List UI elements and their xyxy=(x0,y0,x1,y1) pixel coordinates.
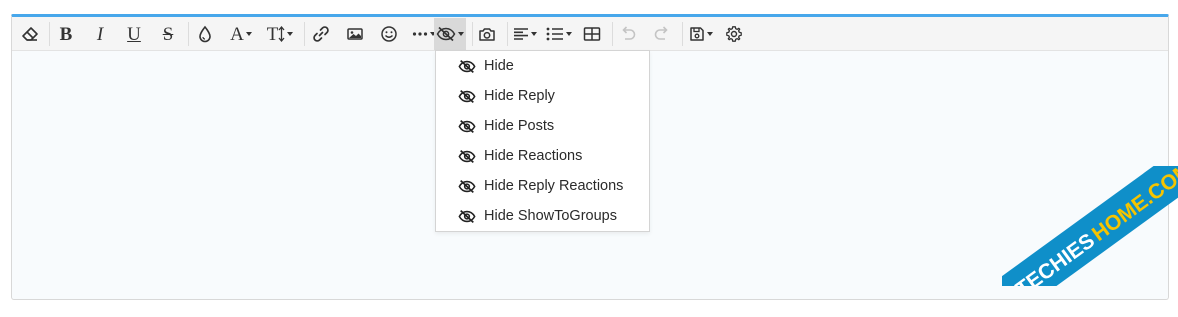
menu-item-hide-posts[interactable]: Hide Posts xyxy=(436,112,649,142)
editor-toolbar: B I U S A T xyxy=(12,17,1168,51)
chevron-down-icon xyxy=(707,32,713,36)
chevron-down-icon xyxy=(245,32,252,36)
table-button[interactable] xyxy=(580,18,604,50)
menu-item-label: Hide Reply xyxy=(484,88,555,104)
menu-item-hide-reply[interactable]: Hide Reply xyxy=(436,82,649,112)
hide-button[interactable] xyxy=(434,18,466,50)
menu-item-label: Hide xyxy=(484,58,514,74)
toolbar-separator xyxy=(612,22,613,46)
menu-item-hide-reactions[interactable]: Hide Reactions xyxy=(436,142,649,172)
menu-item-label: Hide ShowToGroups xyxy=(484,208,617,224)
chevron-down-icon xyxy=(287,32,294,36)
camera-button[interactable] xyxy=(475,18,499,50)
undo-icon xyxy=(622,26,636,40)
font-family-button[interactable]: A xyxy=(226,18,256,50)
eye-slash-icon xyxy=(458,89,476,109)
eye-slash-icon xyxy=(458,59,476,79)
font-size-button[interactable]: T xyxy=(262,18,298,50)
italic-icon: I xyxy=(96,23,104,45)
toolbar-separator xyxy=(304,22,305,46)
menu-item-hide-reply-reactions[interactable]: Hide Reply Reactions xyxy=(436,172,649,202)
redo-icon xyxy=(654,26,668,40)
toolbar-separator xyxy=(682,22,683,46)
eraser-icon xyxy=(22,27,38,41)
link-button[interactable] xyxy=(309,18,333,50)
chevron-down-icon xyxy=(566,32,572,36)
eye-slash-icon xyxy=(458,179,476,199)
italic-button[interactable]: I xyxy=(88,18,112,50)
strikethrough-icon: S xyxy=(162,23,174,45)
watermark-logo: TECHIES HOME.COM xyxy=(1002,166,1178,286)
align-left-icon xyxy=(514,28,528,40)
undo-button[interactable] xyxy=(616,18,640,50)
menu-item-label: Hide Reactions xyxy=(484,148,583,164)
bold-icon: B xyxy=(59,23,73,45)
menu-item-hide[interactable]: Hide xyxy=(436,52,649,82)
remove-format-button[interactable] xyxy=(18,18,42,50)
redo-button[interactable] xyxy=(650,18,674,50)
eye-slash-icon xyxy=(458,209,476,229)
hide-dropdown-menu: Hide Hide Reply Hide Posts Hide Reaction… xyxy=(435,50,650,232)
menu-item-label: Hide Reply Reactions xyxy=(484,178,624,194)
toolbar-separator xyxy=(507,22,508,46)
list-button[interactable] xyxy=(542,18,576,50)
settings-button[interactable] xyxy=(722,18,746,50)
menu-item-hide-showtogroups[interactable]: Hide ShowToGroups xyxy=(436,202,649,232)
ellipsis-icon xyxy=(412,32,428,36)
link-icon xyxy=(313,26,329,42)
font-size-icon: T xyxy=(266,23,279,45)
menu-item-label: Hide Posts xyxy=(484,118,555,134)
chevron-down-icon xyxy=(458,32,464,36)
camera-icon xyxy=(479,28,495,41)
bold-button[interactable]: B xyxy=(54,18,78,50)
underline-button[interactable]: U xyxy=(122,18,146,50)
list-icon xyxy=(546,27,563,41)
align-button[interactable] xyxy=(509,18,541,50)
droplet-icon xyxy=(199,25,211,43)
floppy-disk-icon xyxy=(690,27,704,41)
arrows-vertical-icon xyxy=(278,26,285,42)
toolbar-separator xyxy=(49,22,50,46)
eye-slash-icon xyxy=(458,149,476,169)
chevron-down-icon xyxy=(531,32,537,36)
drafts-button[interactable] xyxy=(685,18,717,50)
image-icon xyxy=(347,28,363,40)
gear-icon xyxy=(726,26,742,42)
eye-slash-icon xyxy=(458,119,476,139)
text-color-button[interactable] xyxy=(194,18,216,50)
table-icon xyxy=(583,27,601,41)
underline-icon: U xyxy=(127,23,141,45)
toolbar-separator xyxy=(472,22,473,46)
insert-image-button[interactable] xyxy=(343,18,367,50)
smiley-icon xyxy=(381,26,397,42)
toolbar-separator xyxy=(188,22,189,46)
eye-slash-icon xyxy=(436,26,456,42)
emoji-button[interactable] xyxy=(377,18,401,50)
font-family-icon: A xyxy=(230,23,244,45)
strikethrough-button[interactable]: S xyxy=(156,18,180,50)
